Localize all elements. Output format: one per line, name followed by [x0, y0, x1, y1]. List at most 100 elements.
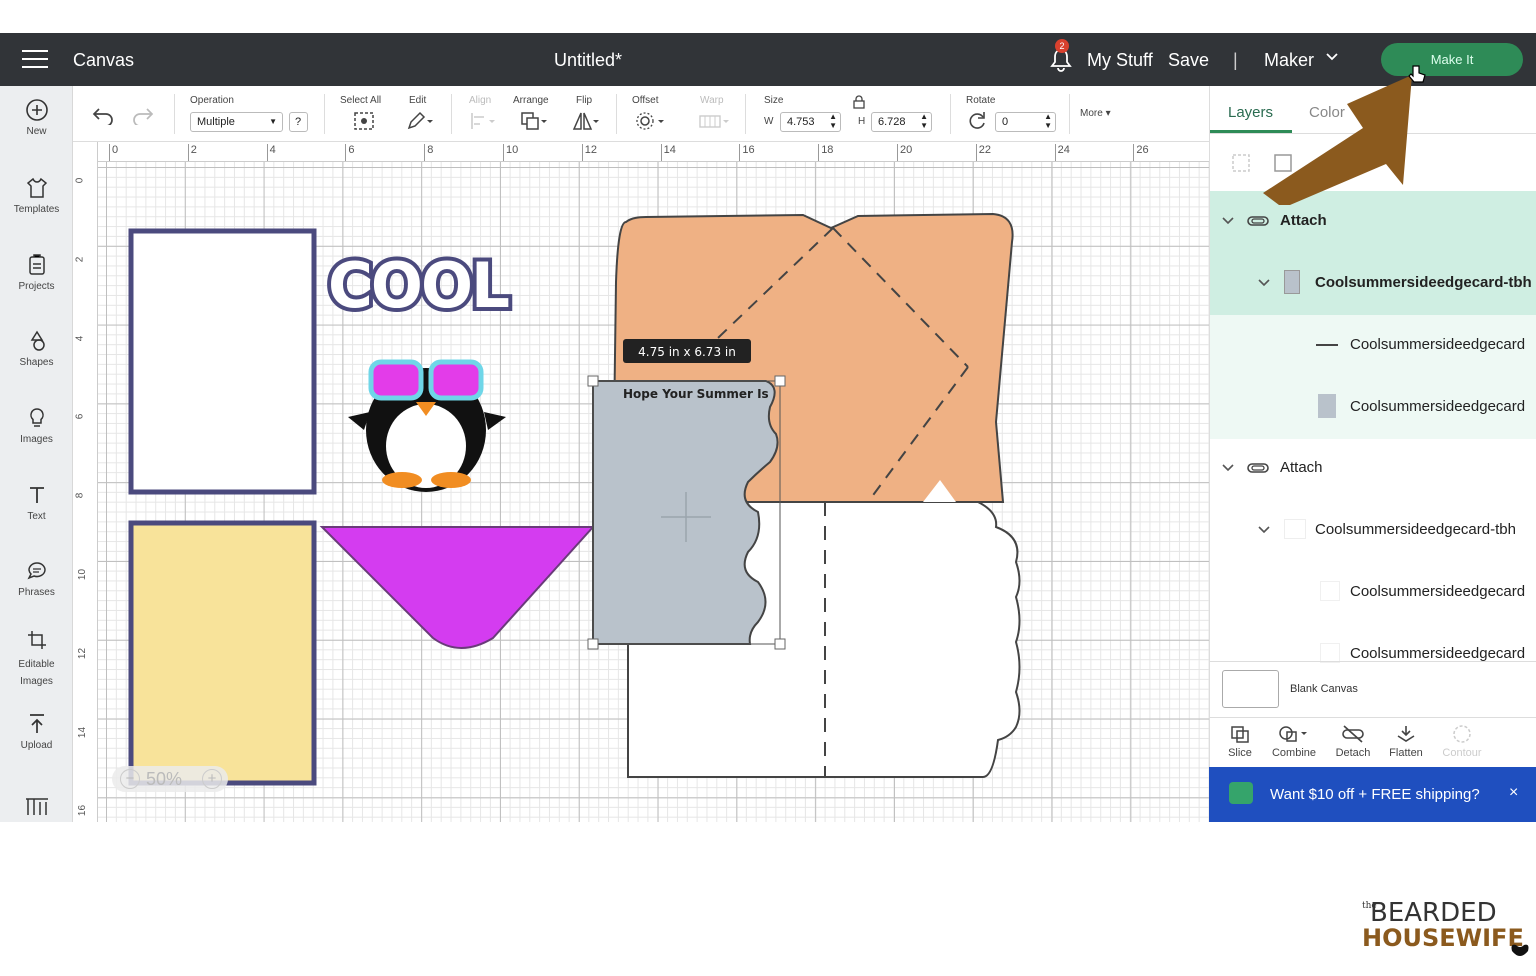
ruler-tick-label: 6 [74, 414, 86, 420]
zoom-out-button[interactable]: − [120, 769, 140, 789]
layer-item[interactable]: Coolsummersideedgecard [1210, 377, 1536, 439]
width-input[interactable]: 4.753 ▲ ▼ [780, 112, 841, 132]
contour-button[interactable]: Contour [1432, 724, 1492, 759]
resize-handle[interactable] [587, 375, 599, 387]
white-card-panel[interactable] [128, 228, 317, 495]
resize-handle[interactable] [587, 638, 599, 650]
sidebar-item-text[interactable]: Text [0, 483, 73, 522]
cool-text[interactable]: COOL [324, 245, 514, 326]
lock-icon[interactable] [853, 95, 865, 109]
rotate-value: 0 [1002, 116, 1009, 128]
operation-help-button[interactable]: ? [289, 112, 308, 132]
left-sidebar: New Templates Projects Shapes Images Tex… [0, 86, 73, 822]
flatten-button[interactable]: Flatten [1376, 724, 1436, 759]
sidebar-label: New [26, 126, 47, 137]
annotation-arrow [1263, 75, 1412, 205]
more-label: More [1080, 108, 1103, 119]
layer-label: Coolsummersideedgecard [1350, 583, 1526, 600]
sidebar-label: Upload [20, 740, 53, 751]
group-icon[interactable] [1230, 152, 1252, 174]
chevron-down-icon[interactable] [1222, 215, 1234, 227]
arrange-icon[interactable] [519, 110, 549, 132]
ruler-tick-label: 10 [77, 568, 89, 581]
offset-icon[interactable] [634, 110, 666, 132]
layer-thumbnail [1320, 643, 1340, 663]
sidebar-item-new[interactable]: New [0, 98, 73, 137]
operation-select[interactable]: Multiple ▼ [190, 112, 283, 132]
select-all-icon[interactable] [352, 110, 376, 132]
ruler-tick-label: 2 [74, 256, 86, 263]
magenta-pocket[interactable] [319, 526, 596, 649]
redo-icon[interactable] [131, 105, 155, 125]
notification-badge: 2 [1055, 39, 1069, 53]
shirt-icon [26, 177, 47, 198]
warp-icon[interactable] [697, 110, 731, 132]
sidebar-item-phrases[interactable]: Phrases [0, 559, 73, 598]
resize-handle[interactable] [774, 375, 786, 387]
ruler-tick-label: 24 [1054, 144, 1070, 161]
align-icon[interactable] [469, 110, 499, 132]
ruler-tick-label: 20 [897, 144, 912, 161]
contour-icon [1453, 725, 1471, 743]
divider [324, 94, 325, 134]
height-value: 6.728 [878, 116, 906, 128]
penguin-image[interactable] [348, 359, 506, 492]
sidebar-item-upload[interactable]: Upload [0, 712, 73, 751]
undo-icon[interactable] [91, 105, 115, 125]
layer-group[interactable]: Coolsummersideedgecard-tbh [1210, 500, 1536, 562]
machine-select[interactable]: Maker [1264, 50, 1314, 71]
sidebar-item-images[interactable]: Images [0, 406, 73, 445]
chevron-down-icon[interactable] [1258, 277, 1270, 289]
height-input[interactable]: 6.728 ▲ ▼ [871, 112, 932, 132]
ruler-tick-label: 14 [77, 726, 89, 738]
monogram-icon[interactable] [24, 796, 50, 816]
chevron-down-icon[interactable] [1222, 462, 1234, 474]
layer-group[interactable]: Coolsummersideedgecard-tbh [1210, 253, 1536, 315]
zoom-level: 50% [146, 769, 183, 789]
ruler-tick-label: 10 [503, 144, 518, 161]
chevron-down-icon[interactable] [1258, 524, 1270, 536]
layer-attach-group[interactable]: Attach [1210, 438, 1536, 500]
combine-button[interactable]: Combine [1264, 724, 1324, 759]
arrange-label: Arrange [513, 95, 549, 106]
sidebar-label: Templates [13, 204, 60, 215]
detach-button[interactable]: Detach [1323, 724, 1383, 759]
rotate-input[interactable]: 0 ▲ ▼ [995, 112, 1056, 132]
blank-canvas-row[interactable]: Blank Canvas [1210, 661, 1536, 717]
hand-cursor-icon [1408, 65, 1426, 83]
slice-label: Slice [1228, 747, 1252, 759]
document-title[interactable]: Untitled* [0, 50, 1176, 71]
flatten-icon [1397, 726, 1415, 742]
layer-item[interactable]: Coolsummersideedgecard [1210, 315, 1536, 377]
chevron-down-icon[interactable] [1326, 51, 1338, 63]
speech-bubble-icon [26, 562, 46, 580]
resize-handle[interactable] [774, 638, 786, 650]
rotate-icon[interactable] [966, 110, 988, 132]
pencil-icon[interactable] [405, 110, 435, 132]
divider [1069, 94, 1070, 134]
sidebar-item-templates[interactable]: Templates [0, 176, 73, 215]
canvas-color-swatch[interactable] [1222, 670, 1279, 708]
slice-button[interactable]: Slice [1210, 724, 1270, 759]
promo-banner[interactable]: Want $10 off + FREE shipping? × [1209, 767, 1536, 822]
layer-thumbnail [1284, 519, 1306, 539]
zoom-in-button[interactable]: + [202, 769, 222, 789]
flip-icon[interactable] [571, 110, 601, 132]
my-stuff-link[interactable]: My Stuff [1087, 50, 1153, 71]
more-button[interactable]: More ▾ [1080, 108, 1111, 119]
divider [174, 94, 175, 134]
combine-label: Combine [1271, 747, 1317, 759]
flip-label: Flip [576, 95, 593, 106]
sidebar-item-projects[interactable]: Projects [0, 253, 73, 292]
sidebar-item-shapes[interactable]: Shapes [0, 329, 73, 368]
width-value: 4.753 [787, 116, 815, 128]
design-canvas[interactable]: COOL Hope Your Summer Is 4.75 in x 6.73 … [98, 162, 1209, 822]
close-button[interactable]: × [1509, 784, 1518, 802]
yellow-card-panel[interactable] [128, 520, 317, 786]
canvas-artwork: COOL Hope Your Summer Is 4.75 in x 6.73 … [128, 212, 1021, 786]
layer-item[interactable]: Coolsummersideedgecard [1210, 562, 1536, 624]
paperclip-icon [1247, 463, 1269, 473]
sidebar-item-editable-images[interactable]: Editable Images [0, 628, 73, 690]
save-button[interactable]: Save [1168, 50, 1209, 71]
divider [950, 94, 951, 134]
